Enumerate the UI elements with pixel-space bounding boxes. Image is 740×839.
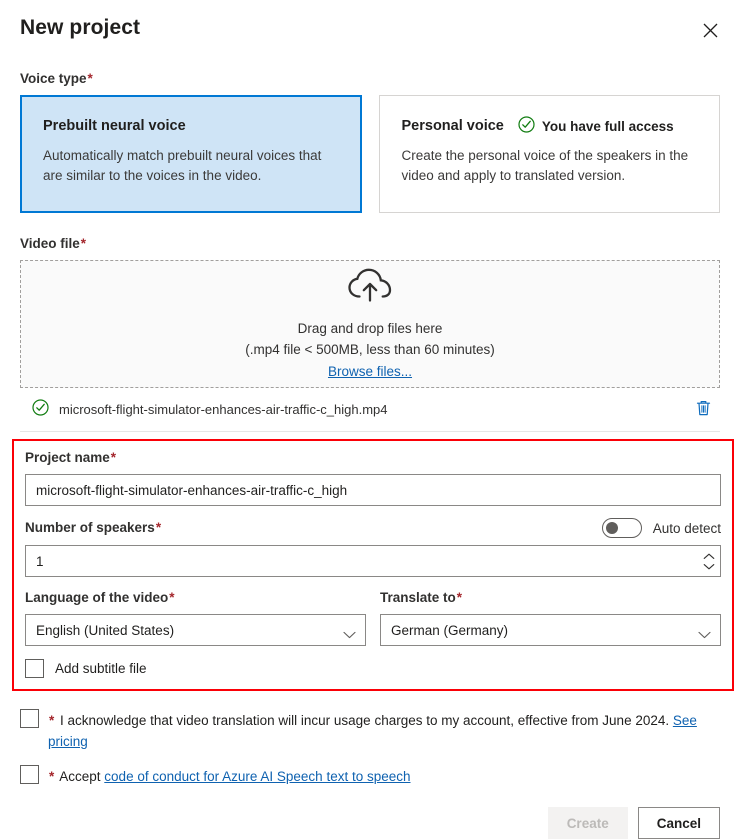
- delete-file-button[interactable]: [689, 397, 718, 422]
- status-badge: You have full access: [518, 116, 674, 136]
- target-language-field: Translate to* German (Germany): [380, 589, 721, 646]
- code-of-conduct-link[interactable]: code of conduct for Azure AI Speech text…: [104, 769, 410, 784]
- target-language-label: Translate to*: [380, 590, 463, 605]
- voice-type-card-personal-voice[interactable]: Personal voice You have full access Crea…: [378, 95, 720, 213]
- project-name-input[interactable]: [25, 474, 721, 506]
- video-file-label: Video file*: [20, 236, 87, 251]
- consent-section: * I acknowledge that video translation w…: [20, 709, 720, 787]
- project-name-label: Project name*: [25, 450, 117, 465]
- source-language-select[interactable]: English (United States): [25, 614, 366, 646]
- create-button[interactable]: Create: [547, 807, 628, 839]
- source-language-label: Language of the video*: [25, 590, 175, 605]
- stepper-up-button[interactable]: [703, 553, 715, 560]
- source-language-field: Language of the video* English (United S…: [25, 589, 366, 646]
- number-of-speakers-field: Number of speakers* Auto detect: [25, 518, 721, 577]
- dialog-footer: Create Cancel: [20, 807, 720, 839]
- dropzone-title: Drag and drop files here: [297, 320, 443, 336]
- close-button[interactable]: [694, 16, 726, 48]
- voice-type-section: Voice type* Prebuilt neural voice Automa…: [20, 70, 720, 213]
- required-asterisk: *: [49, 769, 55, 784]
- card-description: Automatically match prebuilt neural voic…: [43, 148, 322, 183]
- target-language-value: German (Germany): [391, 622, 509, 638]
- dropzone-hint: (.mp4 file < 500MB, less than 60 minutes…: [245, 341, 495, 357]
- cancel-button[interactable]: Cancel: [637, 807, 720, 839]
- source-language-select-wrap: English (United States): [25, 614, 366, 646]
- card-description: Create the personal voice of the speaker…: [401, 148, 689, 183]
- trash-icon: [695, 399, 712, 420]
- close-icon: [703, 23, 718, 41]
- consent-row-code-of-conduct: * Accept code of conduct for Azure AI Sp…: [20, 765, 720, 787]
- consent-row-usage-charges: * I acknowledge that video translation w…: [20, 709, 720, 752]
- card-title: Personal voice: [401, 118, 504, 134]
- number-of-speakers-label: Number of speakers*: [25, 520, 162, 535]
- uploaded-file-name: microsoft-flight-simulator-enhances-air-…: [59, 402, 388, 417]
- required-asterisk: *: [49, 713, 55, 728]
- toggle-knob: [605, 522, 618, 534]
- add-subtitle-checkbox[interactable]: [25, 659, 44, 678]
- acknowledge-charges-checkbox[interactable]: [20, 709, 39, 728]
- card-header: Prebuilt neural voice: [43, 116, 339, 136]
- highlighted-form-section: Project name* Number of speakers* Auto d…: [12, 439, 734, 691]
- required-asterisk: *: [456, 590, 463, 605]
- check-circle-icon: [518, 116, 535, 136]
- required-asterisk: *: [155, 520, 162, 535]
- video-file-section: Video file* Drag and drop files here (.m…: [20, 235, 720, 432]
- browse-files-link[interactable]: Browse files...: [328, 361, 412, 382]
- target-language-select-wrap: German (Germany): [380, 614, 721, 646]
- project-name-field: Project name*: [25, 449, 721, 506]
- voice-type-card-prebuilt-neural-voice[interactable]: Prebuilt neural voice Automatically matc…: [20, 95, 362, 213]
- target-language-select[interactable]: German (Germany): [380, 614, 721, 646]
- source-language-value: English (United States): [36, 622, 175, 638]
- new-project-dialog: New project Voice type* Prebuilt neural …: [0, 0, 740, 839]
- required-asterisk: *: [110, 450, 117, 465]
- acknowledge-charges-text: * I acknowledge that video translation w…: [48, 709, 720, 752]
- consent-text-before: Accept: [56, 769, 105, 784]
- accept-code-of-conduct-text: * Accept code of conduct for Azure AI Sp…: [48, 765, 411, 787]
- auto-detect-label: Auto detect: [652, 520, 721, 536]
- auto-detect-control: Auto detect: [601, 518, 721, 538]
- consent-text-before: I acknowledge that video translation wil…: [56, 713, 673, 728]
- required-asterisk: *: [169, 590, 175, 605]
- required-asterisk: *: [87, 71, 93, 86]
- cloud-upload-icon: [347, 267, 393, 308]
- add-subtitle-row: Add subtitle file: [25, 659, 721, 678]
- number-of-speakers-input[interactable]: [25, 545, 721, 577]
- card-title: Prebuilt neural voice: [43, 118, 186, 134]
- stepper-down-button[interactable]: [703, 563, 715, 570]
- auto-detect-toggle[interactable]: [601, 518, 642, 538]
- voice-type-label: Voice type*: [20, 71, 93, 86]
- speakers-label-row: Number of speakers* Auto detect: [25, 518, 721, 545]
- language-row: Language of the video* English (United S…: [25, 589, 721, 646]
- add-subtitle-label[interactable]: Add subtitle file: [55, 661, 147, 676]
- status-badge-label: You have full access: [541, 118, 674, 134]
- required-asterisk: *: [80, 236, 87, 251]
- accept-code-of-conduct-checkbox[interactable]: [20, 765, 39, 784]
- file-dropzone[interactable]: Drag and drop files here (.mp4 file < 50…: [20, 260, 720, 388]
- quantity-stepper: [703, 545, 715, 577]
- voice-type-cards: Prebuilt neural voice Automatically matc…: [20, 95, 720, 213]
- card-header: Personal voice You have full access: [402, 116, 698, 136]
- dialog-header: New project: [20, 0, 720, 48]
- page-title: New project: [20, 16, 141, 39]
- uploaded-file-row: microsoft-flight-simulator-enhances-air-…: [20, 388, 720, 432]
- speakers-spinner-wrap: [25, 545, 721, 577]
- check-circle-icon: [32, 398, 49, 421]
